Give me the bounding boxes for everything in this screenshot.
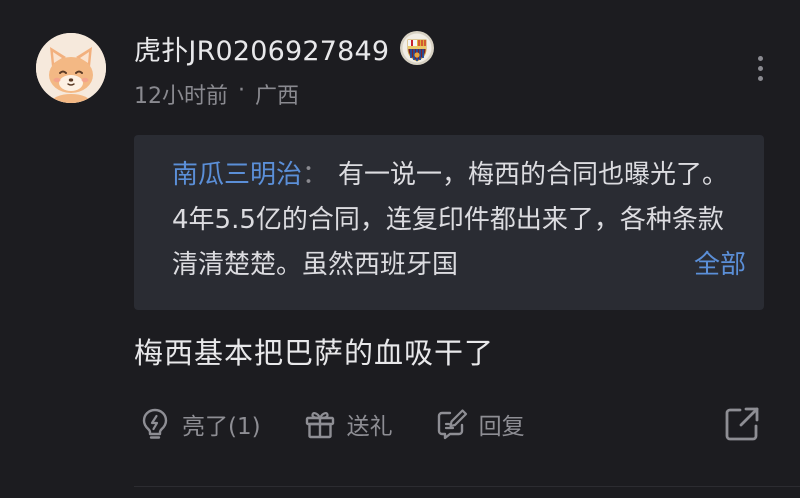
more-dot-icon [757, 65, 763, 71]
reply-button[interactable]: 回复 [435, 407, 525, 441]
comment-meta: 12小时前 · 广西 [134, 78, 299, 110]
like-button[interactable]: 亮了(1) [138, 407, 261, 441]
lightbulb-icon [142, 408, 168, 439]
comment-location: 广西 [255, 84, 300, 109]
username[interactable]: 虎扑JR0206927849 [134, 29, 389, 68]
gift-icon [305, 412, 334, 439]
quoted-comment-text: 南瓜三明治： 有一说一，梅西的合同也曝光了。4年5.5亿的合同，连复印件都出来了，… [172, 153, 742, 288]
comment-header: 虎扑JR0206927849 [134, 28, 435, 68]
quoted-author[interactable]: 南瓜三明治 [172, 160, 302, 190]
expand-all-link[interactable]: 全部 [665, 243, 746, 288]
quoted-colon: ： [302, 160, 329, 190]
fox-avatar-icon [36, 33, 106, 103]
share-icon[interactable] [722, 404, 762, 444]
reply-body: 梅西基本把巴萨的血吸干了 [134, 336, 495, 370]
meta-separator: · [238, 78, 245, 103]
gift-button[interactable]: 送礼 [303, 407, 393, 441]
comment-time: 12小时前 [134, 84, 228, 109]
more-dot-icon [757, 75, 763, 81]
more-options-button[interactable] [744, 48, 776, 88]
gift-label: 送礼 [346, 414, 393, 440]
edit-reply-icon [437, 409, 467, 440]
divider [134, 486, 800, 487]
reply-label: 回复 [478, 414, 525, 440]
like-count-label: 亮了(1) [182, 414, 261, 440]
quoted-comment[interactable]: 南瓜三明治： 有一说一，梅西的合同也曝光了。4年5.5亿的合同，连复印件都出来了，… [134, 135, 764, 310]
barcelona-crest-icon[interactable] [399, 30, 435, 66]
more-dot-icon [757, 55, 763, 61]
avatar[interactable] [36, 33, 106, 103]
comment-actions: 亮了(1) 送礼 回复 [138, 402, 567, 446]
